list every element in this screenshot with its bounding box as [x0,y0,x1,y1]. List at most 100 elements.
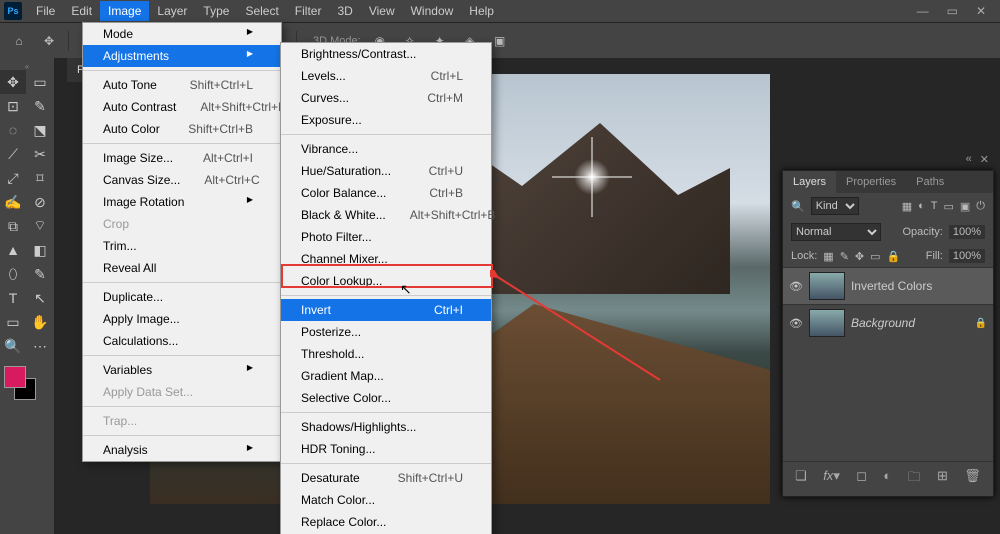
tool-23[interactable]: ⋯ [27,334,53,358]
3d-camera-icon[interactable]: ▣ [489,30,511,52]
menuitem-trim-[interactable]: Trim... [83,235,281,257]
menu-help[interactable]: Help [461,1,502,21]
tool-7[interactable]: ✂ [27,142,53,166]
menuitem-selective-color-[interactable]: Selective Color... [281,387,491,409]
filter-smart-icon[interactable]: ▣ [960,200,970,213]
filter-type-icon[interactable]: T [931,200,938,212]
tab-properties[interactable]: Properties [836,171,906,193]
menuitem-vibrance-[interactable]: Vibrance... [281,138,491,160]
home-icon[interactable]: ⌂ [8,30,30,52]
layer-row[interactable]: 👁Background🔒 [783,304,993,341]
filter-kind-select[interactable]: Kind [811,197,859,215]
layer-row[interactable]: 👁Inverted Colors [783,267,993,304]
tool-16[interactable]: ⬯ [0,262,26,286]
menuitem-auto-tone[interactable]: Auto ToneShift+Ctrl+L [83,74,281,96]
tool-10[interactable]: ✍ [0,190,26,214]
lock-artboard-icon[interactable]: ▭ [870,250,880,263]
tool-4[interactable]: ◌ [0,118,26,142]
menu-image[interactable]: Image [100,1,149,21]
menu-3d[interactable]: 3D [329,1,360,21]
menuitem-adjustments[interactable]: Adjustments▶ [83,45,281,67]
menu-file[interactable]: File [28,1,63,21]
opacity-value[interactable]: 100% [949,225,985,239]
panel-collapse-icon[interactable]: « [966,153,972,166]
menuitem-brightness-contrast-[interactable]: Brightness/Contrast... [281,43,491,65]
menuitem-hue-saturation-[interactable]: Hue/Saturation...Ctrl+U [281,160,491,182]
maximize-icon[interactable]: ▭ [947,4,958,18]
menuitem-apply-image-[interactable]: Apply Image... [83,308,281,330]
delete-layer-icon[interactable]: 🗑 [964,468,981,490]
menuitem-auto-color[interactable]: Auto ColorShift+Ctrl+B [83,118,281,140]
menu-select[interactable]: Select [237,1,286,21]
adjustment-layer-icon[interactable]: ◐ [883,468,891,490]
menuitem-threshold-[interactable]: Threshold... [281,343,491,365]
menuitem-image-size-[interactable]: Image Size...Alt+Ctrl+I [83,147,281,169]
menuitem-variables[interactable]: Variables▶ [83,359,281,381]
menu-view[interactable]: View [361,1,403,21]
color-swatches[interactable] [4,366,50,410]
menuitem-calculations-[interactable]: Calculations... [83,330,281,352]
tool-15[interactable]: ◧ [27,238,53,262]
tool-14[interactable]: ▲ [0,238,26,262]
menuitem-duplicate-[interactable]: Duplicate... [83,286,281,308]
menuitem-analysis[interactable]: Analysis▶ [83,439,281,461]
menuitem-black-white-[interactable]: Black & White...Alt+Shift+Ctrl+B [281,204,491,226]
lock-all-icon[interactable]: 🔒 [887,250,901,263]
menu-window[interactable]: Window [403,1,462,21]
menuitem-match-color-[interactable]: Match Color... [281,489,491,511]
layer-name[interactable]: Background [851,316,915,330]
layer-thumbnail[interactable] [809,272,845,300]
tool-22[interactable]: 🔍 [0,334,26,358]
visibility-icon[interactable]: 👁 [789,317,803,330]
lock-transparent-icon[interactable]: ▦ [823,250,833,263]
tool-8[interactable]: ⤢ [0,166,26,190]
tool-9[interactable]: ⌑ [27,166,53,190]
tab-layers[interactable]: Layers [783,171,836,193]
filter-shape-icon[interactable]: ▭ [943,200,953,213]
filter-toggle-icon[interactable]: ⏻ [976,200,985,213]
menuitem-auto-contrast[interactable]: Auto ContrastAlt+Shift+Ctrl+L [83,96,281,118]
tool-5[interactable]: ⬔ [27,118,53,142]
tool-13[interactable]: ⌔ [27,214,53,238]
filter-pixel-icon[interactable]: ▦ [902,200,912,213]
menu-edit[interactable]: Edit [63,1,100,21]
tool-17[interactable]: ✎ [27,262,53,286]
new-layer-icon[interactable]: ⊞ [937,468,948,490]
lock-paint-icon[interactable]: ✎ [840,250,849,263]
tool-21[interactable]: ✋ [27,310,53,334]
tool-19[interactable]: ↖ [27,286,53,310]
foreground-color[interactable] [4,366,26,388]
menuitem-image-rotation[interactable]: Image Rotation▶ [83,191,281,213]
tool-20[interactable]: ▭ [0,310,26,334]
layer-mask-icon[interactable]: ◻ [856,468,867,490]
tool-11[interactable]: ⊘ [27,190,53,214]
filter-adjust-icon[interactable]: ◐ [918,200,925,212]
menu-filter[interactable]: Filter [287,1,330,21]
menuitem-color-balance-[interactable]: Color Balance...Ctrl+B [281,182,491,204]
visibility-icon[interactable]: 👁 [789,280,803,293]
menuitem-gradient-map-[interactable]: Gradient Map... [281,365,491,387]
tool-12[interactable]: ⧉ [0,214,26,238]
panel-handle-icon[interactable]: « [0,62,54,70]
link-layers-icon[interactable]: ❏ [795,468,807,490]
tab-paths[interactable]: Paths [906,171,954,193]
fill-value[interactable]: 100% [949,249,985,263]
menuitem-color-lookup-[interactable]: Color Lookup... [281,270,491,292]
lock-position-icon[interactable]: ✥ [855,250,864,263]
menuitem-desaturate[interactable]: DesaturateShift+Ctrl+U [281,467,491,489]
tool-0[interactable]: ✥ [0,70,26,94]
menuitem-replace-color-[interactable]: Replace Color... [281,511,491,533]
menuitem-canvas-size-[interactable]: Canvas Size...Alt+Ctrl+C [83,169,281,191]
menu-layer[interactable]: Layer [149,1,195,21]
close-icon[interactable]: ✕ [976,4,986,18]
tool-2[interactable]: ⊡ [0,94,26,118]
tool-18[interactable]: T [0,286,26,310]
menuitem-reveal-all[interactable]: Reveal All [83,257,281,279]
menuitem-shadows-highlights-[interactable]: Shadows/Highlights... [281,416,491,438]
menuitem-levels-[interactable]: Levels...Ctrl+L [281,65,491,87]
menuitem-channel-mixer-[interactable]: Channel Mixer... [281,248,491,270]
tool-3[interactable]: ✎ [27,94,53,118]
menu-type[interactable]: Type [195,1,237,21]
menuitem-hdr-toning-[interactable]: HDR Toning... [281,438,491,460]
layer-fx-icon[interactable]: fx▾ [823,468,840,490]
